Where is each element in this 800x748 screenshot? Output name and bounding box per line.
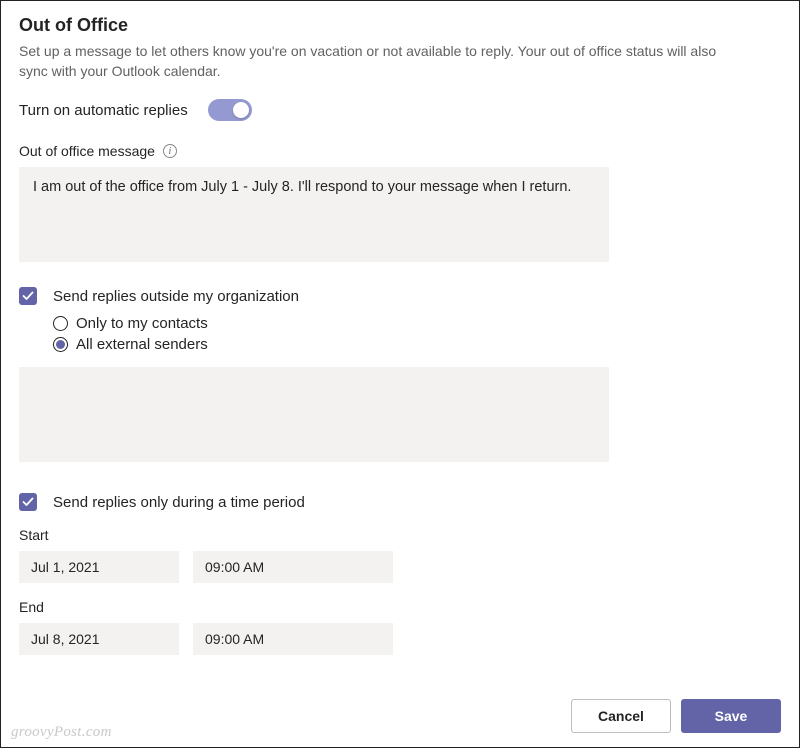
external-message-textarea[interactable] bbox=[19, 367, 609, 462]
start-date-input[interactable] bbox=[19, 551, 179, 583]
toggle-knob bbox=[233, 102, 249, 118]
start-time-input[interactable] bbox=[193, 551, 393, 583]
send-outside-label: Send replies outside my organization bbox=[53, 288, 299, 305]
radio-only-contacts[interactable]: Only to my contacts bbox=[53, 315, 781, 332]
end-label: End bbox=[19, 599, 781, 615]
page-title: Out of Office bbox=[19, 15, 781, 36]
page-subtitle: Set up a message to let others know you'… bbox=[19, 42, 719, 81]
check-icon bbox=[22, 290, 34, 302]
cancel-button[interactable]: Cancel bbox=[571, 699, 671, 733]
auto-replies-toggle-label: Turn on automatic replies bbox=[19, 102, 188, 119]
end-time-input[interactable] bbox=[193, 623, 393, 655]
watermark: groovyPost.com bbox=[11, 724, 112, 741]
auto-replies-toggle[interactable] bbox=[208, 99, 252, 121]
start-label: Start bbox=[19, 527, 781, 543]
radio-only-contacts-label: Only to my contacts bbox=[76, 315, 208, 332]
check-icon bbox=[22, 496, 34, 508]
radio-icon bbox=[53, 337, 68, 352]
radio-all-external[interactable]: All external senders bbox=[53, 336, 781, 353]
ooo-message-label: Out of office message bbox=[19, 143, 155, 159]
send-outside-checkbox[interactable] bbox=[19, 287, 37, 305]
ooo-message-textarea[interactable] bbox=[19, 167, 609, 262]
save-button[interactable]: Save bbox=[681, 699, 781, 733]
time-period-checkbox[interactable] bbox=[19, 493, 37, 511]
time-period-label: Send replies only during a time period bbox=[53, 494, 305, 511]
radio-icon bbox=[53, 316, 68, 331]
info-icon[interactable]: i bbox=[163, 144, 177, 158]
radio-all-external-label: All external senders bbox=[76, 336, 208, 353]
end-date-input[interactable] bbox=[19, 623, 179, 655]
